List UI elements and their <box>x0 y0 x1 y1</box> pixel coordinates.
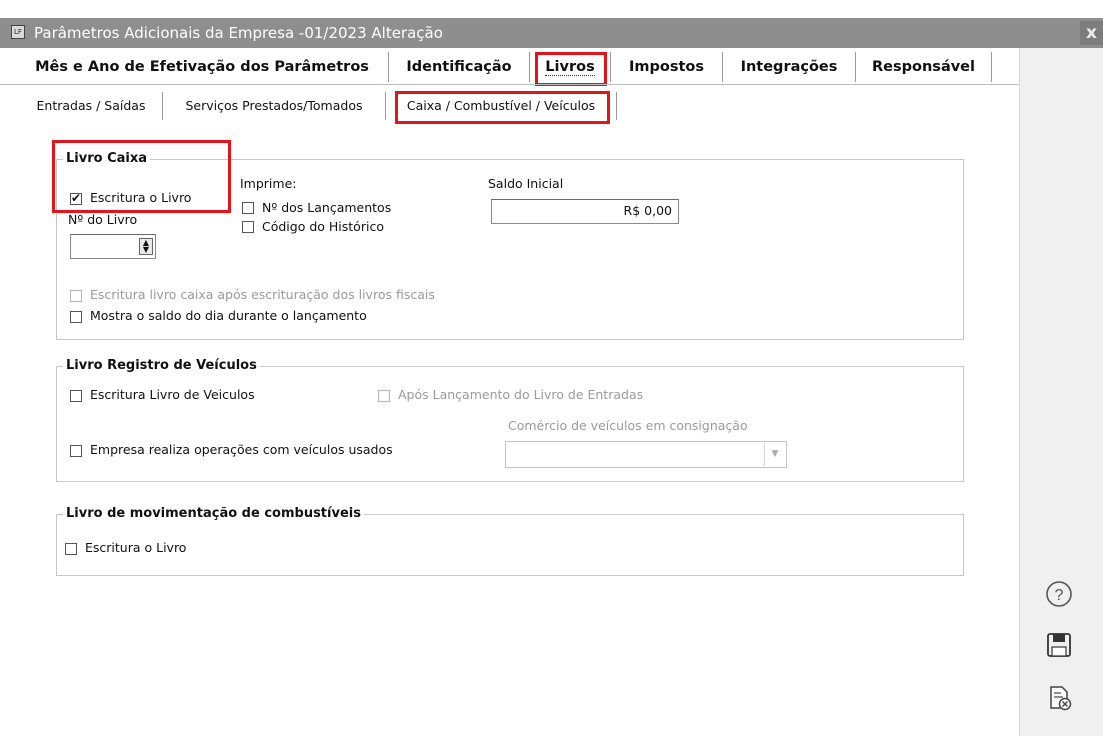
spin-down-icon: ▼ <box>142 245 150 254</box>
cancel-button[interactable] <box>1044 683 1074 713</box>
livro-veiculos-legend: Livro Registro de Veículos <box>63 358 260 373</box>
mostra-saldo-label: Mostra o saldo do dia durante o lançamen… <box>90 308 367 323</box>
highlight-livro-caixa <box>52 140 231 213</box>
escritura-veiculos-checkbox[interactable] <box>70 390 82 402</box>
mostra-saldo-checkbox[interactable] <box>70 311 82 323</box>
escritura-combustiveis-label: Escritura o Livro <box>85 540 187 555</box>
tab-integracoes[interactable]: Integrações <box>723 52 856 82</box>
imprime-label: Imprime: <box>240 176 297 191</box>
apos-fiscais-checkbox[interactable] <box>70 290 82 302</box>
cancel-document-icon <box>1050 686 1072 711</box>
help-icon: ? <box>1046 581 1072 607</box>
tab-servicos[interactable]: Serviços Prestados/Tomados <box>163 92 386 120</box>
tab-mes-ano[interactable]: Mês e Ano de Efetivação dos Parâmetros <box>16 52 389 82</box>
lancamentos-checkbox[interactable] <box>242 202 254 214</box>
tab-responsavel[interactable]: Responsável <box>856 52 992 82</box>
veiculos-usados-checkbox[interactable] <box>70 445 82 457</box>
svg-text:?: ? <box>1055 587 1064 604</box>
tab-entradas-saidas[interactable]: Entradas / Saídas <box>20 92 163 120</box>
escritura-veiculos-label: Escritura Livro de Veiculos <box>90 387 255 402</box>
apos-entradas-checkbox[interactable] <box>378 390 390 402</box>
numero-livro-label: Nº do Livro <box>68 212 138 227</box>
saldo-inicial-label: Saldo Inicial <box>488 176 564 191</box>
help-button[interactable]: ? <box>1044 579 1074 609</box>
title-bar: LF Parâmetros Adicionais da Empresa -01/… <box>0 18 1103 48</box>
close-button[interactable]: x <box>1080 21 1103 45</box>
window-title: Parâmetros Adicionais da Empresa -01/202… <box>34 24 443 42</box>
app-icon: LF <box>11 25 25 39</box>
tab-impostos[interactable]: Impostos <box>611 52 723 82</box>
apos-fiscais-label: Escritura livro caixa após escrituração … <box>90 287 435 302</box>
historico-label: Código do Histórico <box>262 219 384 234</box>
escritura-combustiveis-checkbox[interactable] <box>65 543 77 555</box>
consignacao-select[interactable]: ▼ <box>505 441 787 468</box>
save-button[interactable] <box>1044 630 1074 660</box>
highlight-caixa-tab <box>395 91 610 124</box>
tab-identificacao[interactable]: Identificação <box>389 52 530 82</box>
highlight-livros-tab <box>535 52 607 86</box>
lancamentos-label: Nº dos Lançamentos <box>262 200 392 215</box>
livro-combustiveis-legend: Livro de movimentação de combustíveis <box>63 506 364 521</box>
numero-livro-field[interactable]: ▲ ▼ <box>70 234 156 259</box>
historico-checkbox[interactable] <box>242 221 254 233</box>
save-icon <box>1047 633 1071 657</box>
saldo-inicial-field[interactable]: R$ 0,00 <box>491 199 679 224</box>
livro-combustiveis-group <box>56 514 964 576</box>
tab-divider <box>0 84 1019 85</box>
spin-buttons[interactable]: ▲ ▼ <box>139 238 153 255</box>
veiculos-usados-label: Empresa realiza operações com veículos u… <box>90 442 393 457</box>
chevron-down-icon[interactable]: ▼ <box>764 443 785 466</box>
apos-entradas-label: Após Lançamento do Livro de Entradas <box>398 387 644 402</box>
consignacao-label: Comércio de veículos em consignação <box>508 418 748 433</box>
